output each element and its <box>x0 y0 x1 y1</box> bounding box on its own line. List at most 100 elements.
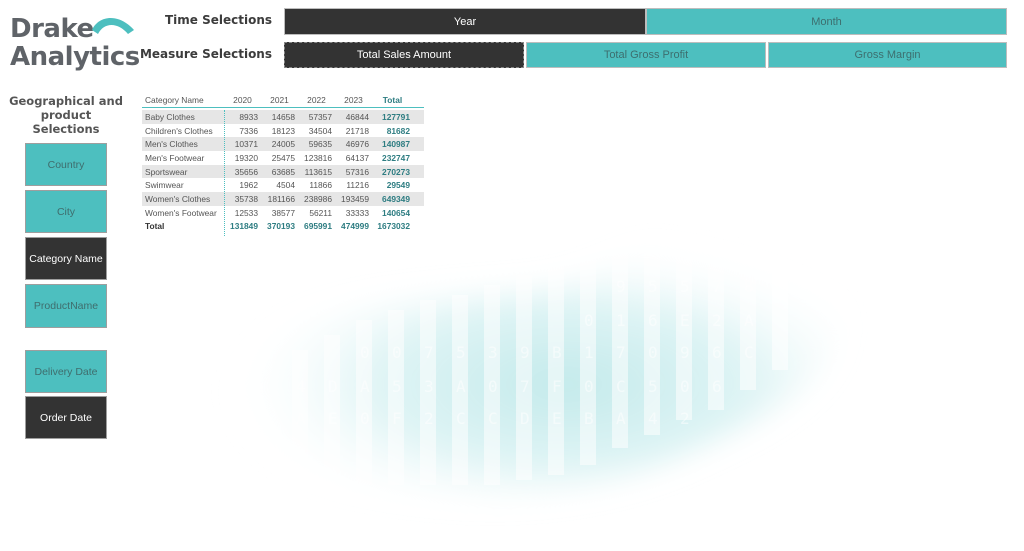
row-total-value: 232747 <box>382 152 410 163</box>
svg-text:E: E <box>680 311 690 330</box>
row-year-value: 12533 <box>234 207 258 218</box>
category-name-button[interactable]: Category Name <box>25 237 107 280</box>
svg-text:4: 4 <box>648 409 658 428</box>
year-selector-button[interactable]: Year <box>284 8 646 35</box>
row-total-value: 140654 <box>382 207 410 218</box>
svg-text:C: C <box>616 377 626 396</box>
svg-text:6: 6 <box>712 377 722 396</box>
svg-text:C: C <box>744 343 754 362</box>
row-year-value: 25475 <box>271 152 295 163</box>
svg-text:D: D <box>520 409 530 428</box>
svg-text:5: 5 <box>392 377 402 396</box>
svg-text:2: 2 <box>424 409 434 428</box>
total-year-value: 695991 <box>304 221 332 232</box>
header-total[interactable]: Total <box>372 95 413 105</box>
row-year-value: 123816 <box>304 152 332 163</box>
row-year-value: 59635 <box>308 139 332 150</box>
month-selector-button[interactable]: Month <box>646 8 1007 35</box>
svg-text:5: 5 <box>680 277 690 296</box>
table-row[interactable]: Sportswear 35656 63685 113615 57316 270273 <box>142 164 424 179</box>
svg-text:7: 7 <box>424 343 434 362</box>
brand-name-line2: Analytics <box>10 42 140 72</box>
row-year-value: 46976 <box>345 139 369 150</box>
row-category-name: Women's Clothes <box>145 193 211 204</box>
country-button[interactable]: Country <box>25 143 107 186</box>
row-total-value: 649349 <box>382 193 410 204</box>
row-year-value: 56211 <box>309 207 332 218</box>
svg-text:A: A <box>456 377 466 396</box>
svg-text:6: 6 <box>648 311 658 330</box>
header-2023[interactable]: 2023 <box>335 95 372 105</box>
row-year-value: 64137 <box>345 152 369 163</box>
total-gross-profit-button[interactable]: Total Gross Profit <box>526 42 766 68</box>
svg-text:C: C <box>456 409 466 428</box>
row-year-value: 63685 <box>271 166 295 177</box>
svg-text:0: 0 <box>648 343 658 362</box>
total-year-value: 131849 <box>230 221 258 232</box>
svg-text:7: 7 <box>520 377 530 396</box>
row-category-name: Children's Clothes <box>145 125 213 136</box>
row-category-name: Women's Footwear <box>145 207 217 218</box>
table-row[interactable]: Men's Clothes 10371 24005 59635 46976 140987 <box>142 137 424 152</box>
row-total-value: 270273 <box>382 166 410 177</box>
row-category-name: Baby Clothes <box>145 111 195 122</box>
row-year-value: 193459 <box>341 193 369 204</box>
table-row[interactable]: Baby Clothes 8933 14658 57357 46844 127791 <box>142 110 424 124</box>
row-year-value: 33333 <box>345 207 369 218</box>
svg-text:3: 3 <box>424 377 434 396</box>
header-2021[interactable]: 2021 <box>261 95 298 105</box>
svg-text:2: 2 <box>680 409 690 428</box>
row-total-value: 140987 <box>382 139 410 150</box>
row-year-value: 14658 <box>271 111 295 122</box>
row-year-value: 57357 <box>308 111 332 122</box>
row-total-value: 127791 <box>382 111 410 122</box>
row-category-name: Men's Clothes <box>145 139 198 150</box>
row-year-value: 35656 <box>234 166 258 177</box>
svg-text:7: 7 <box>616 343 626 362</box>
svg-text:7: 7 <box>712 277 722 296</box>
total-sales-amount-button[interactable]: Total Sales Amount <box>284 42 524 68</box>
grand-total-value: 1673032 <box>377 221 410 232</box>
row-total-value: 29549 <box>386 180 410 191</box>
row-year-value: 38577 <box>271 207 295 218</box>
svg-text:C: C <box>488 409 498 428</box>
svg-text:5: 5 <box>648 277 658 296</box>
row-year-value: 4504 <box>276 180 295 191</box>
gross-margin-button[interactable]: Gross Margin <box>768 42 1007 68</box>
time-selections-label: Time Selections <box>164 13 272 27</box>
svg-text:5: 5 <box>456 343 466 362</box>
table-row[interactable]: Children's Clothes 7336 18123 34504 21718 816… <box>142 124 424 138</box>
order-date-button[interactable]: Order Date <box>25 396 107 439</box>
row-year-value: 46844 <box>345 111 369 122</box>
header-2022[interactable]: 2022 <box>298 95 335 105</box>
svg-text:1: 1 <box>616 311 626 330</box>
row-year-value: 57316 <box>345 166 369 177</box>
svg-text:5: 5 <box>648 377 658 396</box>
sales-matrix-table: Category Name 2020 2021 2022 2023 Total … <box>142 92 424 236</box>
row-year-value: 1962 <box>239 180 258 191</box>
row-year-value: 34504 <box>308 125 332 136</box>
table-row[interactable]: Men's Footwear 19320 25475 123816 64137 23274… <box>142 151 424 165</box>
svg-text:B: B <box>584 409 594 428</box>
row-year-value: 11216 <box>346 180 369 191</box>
svg-text:A: A <box>296 409 306 428</box>
row-year-value: 24005 <box>271 139 295 150</box>
header-2020[interactable]: 2020 <box>224 95 261 105</box>
delivery-date-button[interactable]: Delivery Date <box>25 350 107 393</box>
row-category-name: Men's Footwear <box>145 152 205 163</box>
svg-text:0: 0 <box>360 409 370 428</box>
svg-text:0: 0 <box>488 377 498 396</box>
svg-text:B: B <box>552 343 562 362</box>
svg-text:A: A <box>360 377 370 396</box>
header-category-name[interactable]: Category Name <box>142 95 224 105</box>
city-button[interactable]: City <box>25 190 107 233</box>
table-row[interactable]: Women's Clothes 35738 181166 238986 193459 64… <box>142 192 424 206</box>
svg-text:E: E <box>328 409 338 428</box>
table-row[interactable]: Women's Footwear 12533 38577 56211 33333 1406… <box>142 206 424 220</box>
row-year-value: 8933 <box>239 111 258 122</box>
total-year-value: 474999 <box>341 221 369 232</box>
svg-text:6: 6 <box>712 343 722 362</box>
svg-text:1: 1 <box>584 343 594 362</box>
product-name-button[interactable]: ProductName <box>25 284 107 328</box>
table-row[interactable]: Swimwear 1962 4504 11866 11216 29549 <box>142 178 424 192</box>
